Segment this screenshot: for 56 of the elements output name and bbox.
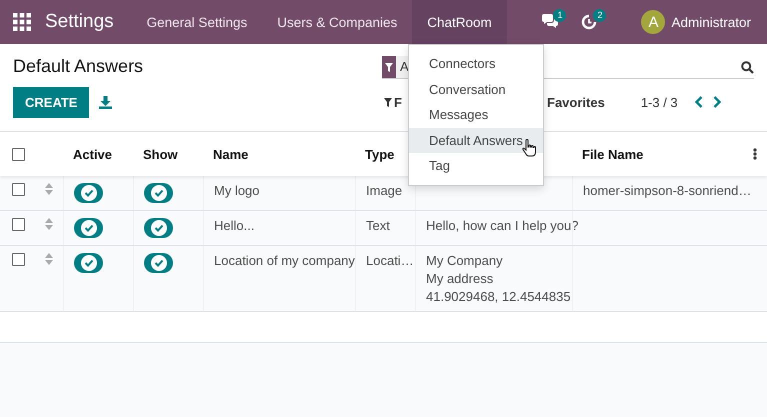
table-cell: Hello, how can I help you?: [426, 218, 578, 233]
menu-item[interactable]: ChatRoom: [412, 0, 507, 44]
previous-icon[interactable]: [694, 96, 704, 108]
filter-facet-icon: [382, 56, 396, 78]
toggle-switch[interactable]: [74, 218, 103, 238]
table-cell: homer-simpson-8-sonriend…: [583, 183, 752, 198]
user-name: Administrator: [671, 14, 751, 30]
toggle-switch[interactable]: [144, 253, 173, 273]
menu-item[interactable]: Users & Companies: [262, 0, 412, 44]
hand-cursor-icon: [522, 139, 538, 157]
create-button[interactable]: CREATE: [13, 87, 90, 118]
row-checkbox[interactable]: [12, 183, 25, 196]
menu-item[interactable]: General Settings: [132, 0, 262, 44]
activities-button[interactable]: 2: [581, 0, 612, 44]
table-cell: Text: [366, 218, 390, 233]
messages-button[interactable]: 1: [541, 0, 572, 44]
select-all-checkbox[interactable]: [12, 148, 25, 160]
table-cell: Location of my company: [214, 253, 355, 268]
table-cell: 41.9029468, 12.4544835: [426, 289, 571, 304]
menu-item[interactable]: Tag: [409, 153, 543, 178]
column-header[interactable]: Type: [365, 146, 394, 162]
funnel-icon: [384, 98, 392, 106]
search-icon[interactable]: [741, 60, 754, 74]
count-badge: 1: [553, 9, 566, 22]
chat-bubbles-icon: [541, 14, 560, 30]
table-cell: My logo: [214, 183, 260, 198]
user-avatar: A: [641, 10, 666, 34]
table-cell: My address: [426, 271, 494, 286]
menu-item[interactable]: Default Answers: [409, 128, 543, 153]
row-checkbox[interactable]: [12, 253, 25, 266]
table-cell: Image: [366, 183, 402, 198]
toggle-switch[interactable]: [74, 253, 103, 273]
page-title: Default Answers: [13, 56, 144, 77]
toggle-switch[interactable]: [144, 183, 173, 203]
drag-handle-icon[interactable]: [45, 253, 53, 265]
drag-handle-icon[interactable]: [45, 218, 53, 230]
apps-menu-icon[interactable]: [13, 13, 31, 31]
app-title[interactable]: Settings: [45, 11, 114, 33]
toggle-switch[interactable]: [144, 218, 173, 238]
table-cell: Locati…: [366, 253, 414, 268]
download-icon[interactable]: [99, 96, 112, 109]
next-icon[interactable]: [712, 96, 722, 108]
table-cell: Hello...: [214, 218, 254, 233]
user-menu[interactable]: A Administrator: [641, 10, 751, 34]
pager-value: 1-3 / 3: [640, 94, 678, 110]
column-header[interactable]: File Name: [582, 146, 644, 162]
toggle-switch[interactable]: [74, 183, 103, 203]
column-header[interactable]: Show: [143, 146, 178, 162]
count-badge: 2: [593, 9, 606, 22]
kebab-menu-icon[interactable]: [753, 148, 757, 160]
row-checkbox[interactable]: [12, 218, 25, 231]
drag-handle-icon[interactable]: [45, 183, 53, 195]
table-cell: My Company: [426, 253, 503, 268]
clock-icon: [581, 14, 598, 30]
column-header[interactable]: Name: [213, 146, 248, 162]
column-header[interactable]: Active: [73, 146, 112, 162]
